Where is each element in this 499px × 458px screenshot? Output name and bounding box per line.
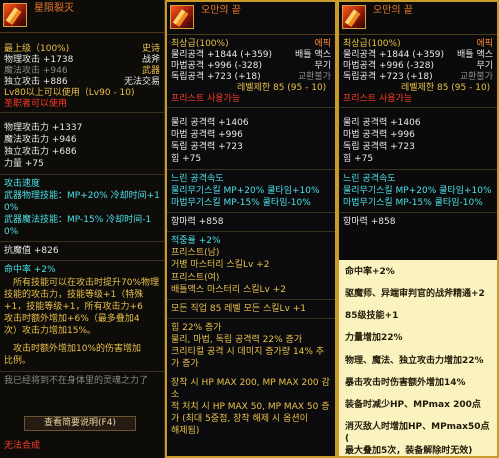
tooltip-cn: 星陨裂灭 最上级（100%) 史诗 物理攻击 +1738 战斧 魔法攻击 +946 武… bbox=[0, 0, 165, 458]
class-limit: 圣职者可以使用 bbox=[4, 99, 68, 109]
class-limit: 프리스트 사용가능 bbox=[343, 94, 413, 104]
speed-section: 느린 공격속도 물리무기스킬 MP+20% 쿨타임+10% 마법무기스킬 MP-1… bbox=[343, 173, 492, 208]
weapon-icon bbox=[342, 5, 366, 29]
tooltip-kr: 오만의 끝 최상급(100%) 에픽 물리공격 +1844 (+359) 배틀 액스… bbox=[165, 0, 337, 458]
class-limit: 프리스트 사용가능 bbox=[171, 94, 241, 104]
note-line: 命中率+2% bbox=[345, 267, 395, 277]
weapon-icon bbox=[170, 5, 194, 29]
tooltip-kr-header: 오만의 끝 bbox=[167, 2, 335, 35]
weapon-icon bbox=[3, 3, 27, 27]
item-title: 오만의 끝 bbox=[201, 5, 241, 16]
description-2: 攻击时额外增加10%的伤害增加 比例。 bbox=[4, 344, 142, 367]
speed-section: 攻击速度 武器物理技能：MP+20% 冷却时间+1 0% 武器魔法技能：MP-15%… bbox=[4, 178, 160, 238]
crit-line: 命中率 +2% bbox=[4, 265, 56, 276]
class-skill-lines: 프리스트(남) 거병 마스터리 스킬Lv +2 프리스트(여) 배틀액스 마스터리 … bbox=[171, 248, 286, 295]
translation-notes: 命中率+2% 驱魔师、异端审判官的战斧精通+2 85级技能+1 力量增加22% … bbox=[339, 260, 497, 457]
description: 所有技能可以在攻击时提升70%物理 技能的攻击力，技能等级+1（特殊 +1，技能等… bbox=[4, 277, 160, 337]
magic-resist: 抗魔值 +826 bbox=[4, 246, 59, 257]
note-line: 物理、魔法、独立攻击力增加22% bbox=[345, 355, 484, 366]
note-line: 力量增加22% bbox=[345, 333, 403, 344]
tooltip-translated-header: 오만의 끝 bbox=[339, 2, 497, 35]
crit-line: 적중률 +2% bbox=[171, 236, 221, 247]
tooltip-cn-header: 星陨裂灭 bbox=[0, 0, 164, 33]
footer-note: 无法合成 bbox=[4, 440, 41, 451]
tooltip-translated: 오만의 끝 최상급(100%) 에픽 물리공격 +1844 (+359) 배틀 액스… bbox=[337, 0, 499, 458]
flavor-quote: 我已经将到不在身体里的灵魂之力了 bbox=[4, 375, 149, 386]
item-title: 星陨裂灭 bbox=[34, 3, 74, 14]
stat-list: 物理攻击力 +1337 魔法攻击力 +946 独立攻击力 +686 力量 +75 bbox=[4, 123, 83, 170]
brief-description-button[interactable]: 查看简要说明(F4) bbox=[24, 416, 136, 431]
bonus-section: 힘 22% 증가 물리, 마법, 독립 공격력 22% 증가 크리티컬 공격 시 … bbox=[171, 322, 325, 370]
note-line: 驱魔师、异端审判官的战斧精通+2 bbox=[345, 289, 485, 300]
stat-list: 물리 공격력 +1406 마법 공격력 +996 독립 공격력 +723 힘 +75 bbox=[171, 118, 249, 165]
speed-section: 느린 공격속도 물리무기스킬 MP+20% 쿨타임+10% 마법무기스킬 MP-1… bbox=[171, 173, 320, 208]
magic-resist: 항마력 +858 bbox=[343, 216, 396, 227]
magic-resist: 항마력 +858 bbox=[171, 216, 224, 227]
note-line: 消灭敌人时增加HP、MPmax50点( bbox=[345, 421, 490, 445]
hp-mp-section: 장착 시 HP MAX 200, MP MAX 200 감소 적 처치 시 HP… bbox=[171, 377, 330, 437]
note-line: 暴击攻击时伤害额外增加14% bbox=[345, 377, 466, 388]
stat-list: 물리 공격력 +1406 마법 공격력 +996 독립 공격력 +723 힘 +75 bbox=[343, 118, 421, 165]
note-line: 85级技能+1 bbox=[345, 311, 399, 322]
note-line: 最大叠加5次，装备解除时无效) bbox=[345, 446, 473, 457]
item-title: 오만의 끝 bbox=[373, 5, 413, 16]
note-line: 装备时减少HP、MPmax 200点 bbox=[345, 399, 481, 410]
all-skill-line: 모든 직업 85 레벨 모든 스킬Lv +1 bbox=[171, 303, 307, 314]
